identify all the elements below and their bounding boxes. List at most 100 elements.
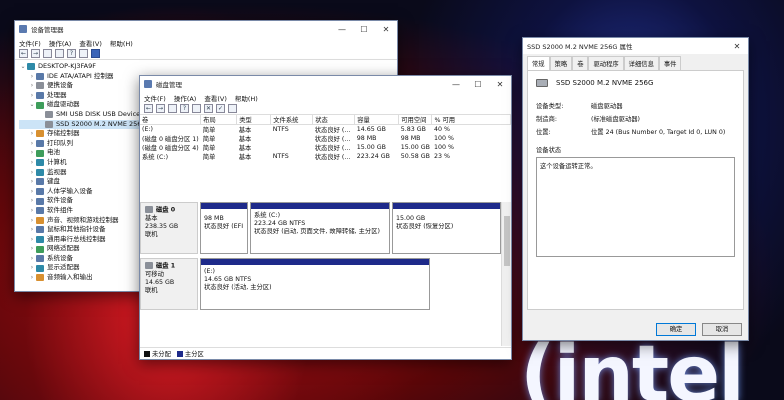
menu-file[interactable]: 文件(F) [19,38,41,48]
tab-events[interactable]: 事件 [658,56,682,70]
col-type[interactable]: 类型 [236,115,272,125]
close-icon[interactable]: ✕ [489,80,511,89]
expand-chevron-icon[interactable]: › [28,148,36,158]
partition-status: 状态良好 (EFI 系 [204,223,244,230]
volume-row[interactable]: (磁盘 0 磁盘分区 1) 简单 基本 状态良好 (... 98 MB 98 MB 100 … [140,134,511,143]
tab-driver[interactable]: 驱动程序 [588,56,624,70]
device-category-icon [36,149,44,157]
tree-view-icon[interactable] [43,49,52,58]
menu-view[interactable]: 查看(V) [204,93,227,103]
disk-1-partition-e[interactable]: (E:) 14.65 GB NTFS 状态良好 (活动, 主分区) [200,258,430,310]
expand-chevron-icon[interactable]: › [28,273,36,283]
maximize-icon[interactable]: ☐ [353,25,375,34]
tab-volume[interactable]: 卷 [572,56,589,70]
monitor-icon[interactable] [91,49,100,58]
back-arrow-icon[interactable]: ← [144,104,153,113]
tab-details[interactable]: 详细信息 [623,56,659,70]
list-view-icon[interactable] [168,104,177,113]
disk-management-titlebar[interactable]: 磁盘管理 — ☐ ✕ [140,76,511,92]
volume-cell: 98 MB [356,135,377,142]
tree-item-label: 便携设备 [47,81,73,90]
disk-1-label[interactable]: 磁盘 1 可移动 14.65 GB 联机 [140,258,198,310]
menu-file[interactable]: 文件(F) [144,93,166,103]
expand-chevron-icon[interactable]: ⌄ [28,100,36,110]
device-category-icon [36,274,44,282]
tree-item-label: 人体学输入设备 [47,186,93,195]
menu-help[interactable]: 帮助(H) [110,38,133,48]
check-icon[interactable]: ✓ [216,104,225,113]
disk-1-status: 联机 [145,286,158,294]
property-row: 位置: 位置 24 (Bus Number 0, Target Id 0, LUN… [536,129,735,137]
minimize-icon[interactable]: — [445,80,467,89]
help-icon[interactable]: ? [180,104,189,113]
expand-chevron-icon[interactable]: › [28,158,36,168]
minimize-icon[interactable]: — [331,25,353,34]
volume-row[interactable]: (磁盘 0 磁盘分区 4) 简单 基本 状态良好 (... 15.00 GB 15.00 … [140,143,511,152]
expand-chevron-icon[interactable]: › [28,196,36,206]
menu-help[interactable]: 帮助(H) [235,93,258,103]
disk-0-partition-efi[interactable]: 98 MB 状态良好 (EFI 系 [200,202,248,254]
volume-row[interactable]: 系统 (C:) 简单 基本 NTFS 状态良好 (... 223.24 GB 50.58 G… [140,152,511,161]
partition-name: 系统 (C:) [254,212,281,219]
col-capacity[interactable]: 容量 [354,115,400,125]
expand-chevron-icon[interactable]: › [28,177,36,187]
tree-item-label: 计算机 [47,157,67,166]
properties-icon[interactable] [55,49,64,58]
device-status-box[interactable]: 这个设备运转正常。 [536,157,735,257]
device-category-icon [36,178,44,186]
tree-root[interactable]: ⌄ DESKTOP-KJ3FA9F [19,62,393,72]
expand-chevron-icon[interactable]: › [28,216,36,226]
expand-chevron-icon[interactable]: › [28,263,36,273]
menu-action[interactable]: 操作(A) [174,93,197,103]
device-category-icon [36,245,44,253]
delete-icon[interactable]: ✕ [204,104,213,113]
volume-row[interactable]: (E:) 简单 基本 NTFS 状态良好 (... 14.65 GB 5.83 GB 40 % [140,125,511,134]
expand-chevron-icon[interactable]: › [28,254,36,264]
expand-chevron-icon[interactable]: › [28,91,36,101]
scrollbar-thumb[interactable] [504,216,510,266]
expand-chevron-icon[interactable]: › [28,225,36,235]
col-percent-free[interactable]: % 可用 [431,115,511,125]
property-value: (标准磁盘驱动器) [591,116,640,123]
tree-item-label: 显示适配器 [47,263,80,272]
col-volume[interactable]: 卷 [140,115,202,125]
expand-chevron-icon[interactable]: › [28,206,36,216]
disk-0-partition-recovery[interactable]: 15.00 GB 状态良好 (恢复分区) [392,202,501,254]
expand-chevron-icon[interactable]: › [28,72,36,82]
back-arrow-icon[interactable]: ← [19,49,28,58]
col-status[interactable]: 状态 [312,115,356,125]
disk-0-label[interactable]: 磁盘 0 基本 238.35 GB 联机 [140,202,198,254]
help-icon[interactable]: ? [67,49,76,58]
close-icon[interactable]: ✕ [375,25,397,34]
menu-view[interactable]: 查看(V) [79,38,102,48]
scan-hardware-icon[interactable] [79,49,88,58]
forward-arrow-icon[interactable]: → [31,49,40,58]
close-icon[interactable]: ✕ [726,42,748,51]
forward-arrow-icon[interactable]: → [156,104,165,113]
expand-chevron-icon[interactable]: › [28,81,36,91]
expand-chevron-icon[interactable]: › [28,235,36,245]
col-layout[interactable]: 布局 [200,115,238,125]
device-manager-titlebar[interactable]: 设备管理器 — ☐ ✕ [15,21,397,37]
expand-chevron-icon[interactable]: › [28,139,36,149]
ok-button[interactable]: 确定 [656,323,696,336]
expand-chevron-icon[interactable]: › [28,244,36,254]
disk-view-scrollbar[interactable] [501,202,511,346]
tab-general[interactable]: 常规 [527,56,550,70]
menu-action[interactable]: 操作(A) [49,38,72,48]
tab-policy[interactable]: 策略 [549,56,573,70]
disk-0-partition-c[interactable]: 系统 (C:) 223.24 GB NTFS 状态良好 (启动, 页面文件, 故… [250,202,390,254]
disk-management-window[interactable]: 磁盘管理 — ☐ ✕ 文件(F) 操作(A) 查看(V) 帮助(H) ← → ?… [139,75,512,360]
volume-view-icon[interactable] [192,104,201,113]
col-filesystem[interactable]: 文件系统 [270,115,314,125]
maximize-icon[interactable]: ☐ [467,80,489,89]
collapse-chevron-icon[interactable]: ⌄ [19,62,27,72]
cancel-button[interactable]: 取消 [702,323,742,336]
col-free[interactable]: 可用空间 [398,115,433,125]
properties-dialog[interactable]: SSD S2000 M.2 NVME 256G 属性 ✕ 常规 策略 卷 驱动程… [522,37,749,341]
expand-chevron-icon[interactable]: › [28,187,36,197]
expand-chevron-icon[interactable]: › [28,129,36,139]
properties-titlebar[interactable]: SSD S2000 M.2 NVME 256G 属性 ✕ [523,38,748,54]
expand-chevron-icon[interactable]: › [28,168,36,178]
properties-icon[interactable] [228,104,237,113]
